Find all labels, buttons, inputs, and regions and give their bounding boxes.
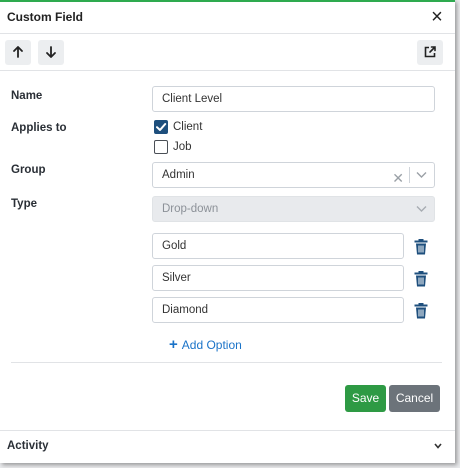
toolbar (0, 34, 455, 71)
group-select[interactable]: Admin ✕ (152, 162, 435, 188)
name-label: Name (11, 90, 43, 102)
job-checkbox-label: Job (173, 141, 192, 153)
client-checkbox-label: Client (173, 121, 203, 133)
arrow-up-icon (13, 46, 23, 58)
applies-to-label: Applies to (11, 122, 67, 134)
client-checkbox[interactable] (154, 120, 168, 134)
divider (11, 362, 442, 363)
checkmark-icon (156, 123, 167, 131)
chevron-down-icon[interactable] (416, 171, 427, 179)
trash-icon[interactable] (414, 303, 428, 319)
type-label: Type (11, 198, 37, 210)
add-option-link[interactable]: + Add Option (169, 336, 242, 353)
chevron-down-icon (416, 206, 427, 212)
arrow-down-icon (46, 46, 56, 58)
clear-icon[interactable]: ✕ (392, 166, 404, 190)
save-button[interactable]: Save (345, 385, 386, 412)
cancel-button[interactable]: Cancel (389, 385, 440, 412)
group-select-value: Admin (162, 169, 195, 181)
job-checkbox[interactable] (154, 140, 168, 154)
move-up-button[interactable] (5, 40, 31, 65)
chevron-down-icon (434, 443, 442, 449)
activity-section-header[interactable]: Activity (0, 430, 455, 462)
trash-icon[interactable] (414, 271, 428, 287)
plus-icon: + (169, 336, 178, 353)
name-input[interactable]: Client Level (152, 86, 435, 112)
activity-label: Activity (7, 440, 49, 452)
option-input[interactable]: Diamond (152, 297, 404, 323)
type-select-value: Drop-down (162, 203, 219, 215)
custom-field-dialog: Custom Field × Name Client Level Applies… (0, 0, 455, 463)
group-label: Group (11, 164, 46, 176)
close-icon[interactable]: × (427, 6, 447, 28)
type-select: Drop-down (152, 196, 435, 222)
move-down-button[interactable] (38, 40, 64, 65)
select-divider (409, 167, 410, 183)
trash-icon[interactable] (414, 239, 428, 255)
add-option-label: Add Option (181, 338, 242, 352)
dialog-title: Custom Field (7, 10, 84, 24)
option-input[interactable]: Gold (152, 233, 404, 259)
external-link-icon (424, 46, 436, 58)
dialog-titlebar: Custom Field × (0, 2, 455, 34)
option-input[interactable]: Silver (152, 265, 404, 291)
popout-button[interactable] (417, 40, 443, 65)
